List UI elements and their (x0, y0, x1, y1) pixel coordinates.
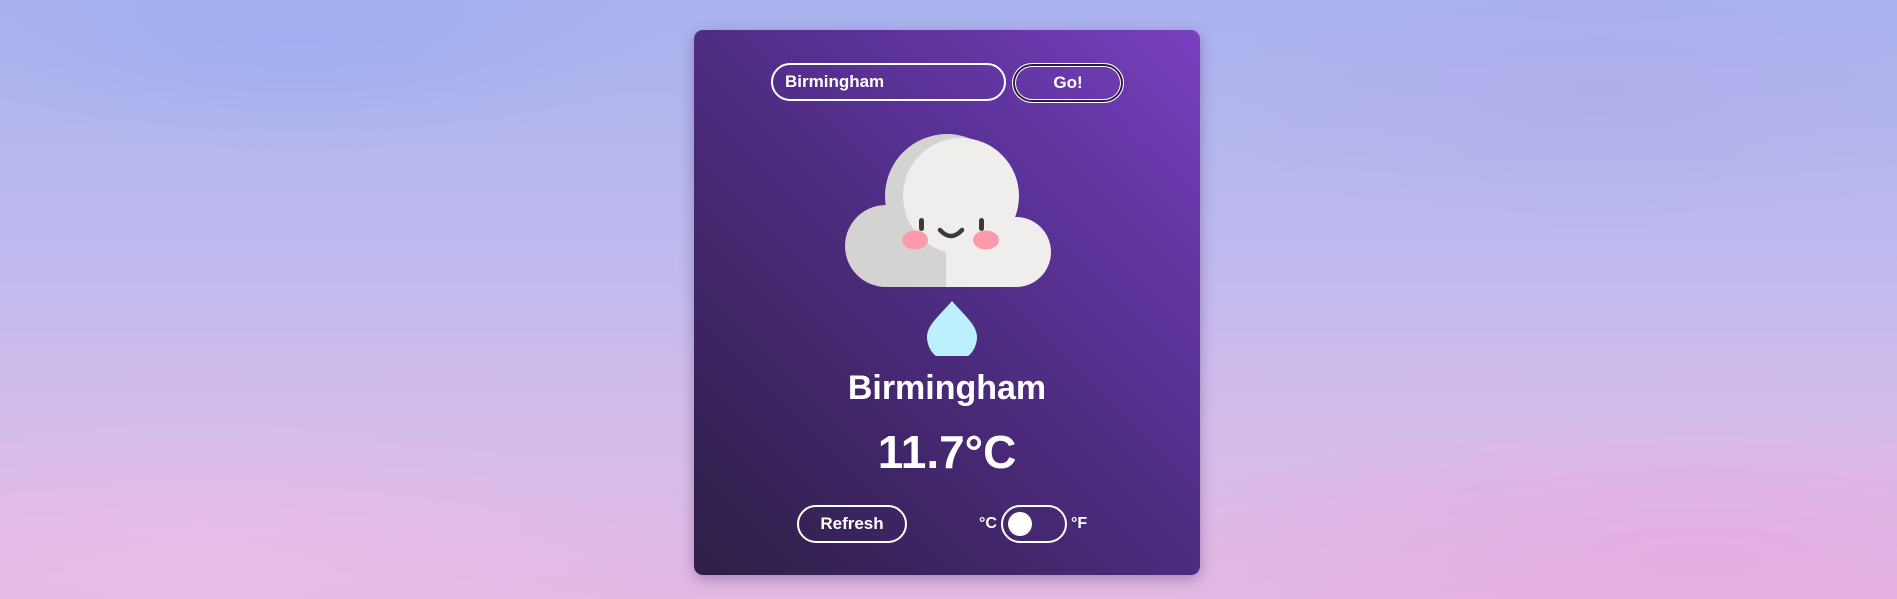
city-name: Birmingham (847, 369, 1047, 407)
weather-card: Go! Birmingham 11.7°C Refresh °C °F (694, 30, 1200, 575)
celsius-label: °C (979, 515, 997, 532)
temperature-value: 11.7°C (877, 426, 1017, 478)
right-blush-icon (973, 230, 999, 250)
right-eye-icon (979, 218, 984, 231)
fahrenheit-label: °F (1070, 515, 1088, 532)
left-blush-icon (902, 230, 928, 250)
rain-cloud-icon (845, 134, 1051, 356)
refresh-button[interactable]: Refresh (797, 505, 907, 543)
city-search-input[interactable] (771, 63, 1006, 101)
go-button[interactable]: Go! (1012, 63, 1124, 103)
toggle-knob[interactable] (1007, 512, 1032, 536)
unit-toggle-row: °C °F (979, 505, 1087, 543)
search-row: Go! (771, 63, 1124, 103)
left-eye-icon (919, 218, 924, 231)
raindrop-icon (927, 301, 977, 356)
unit-toggle-switch[interactable] (1000, 505, 1067, 543)
